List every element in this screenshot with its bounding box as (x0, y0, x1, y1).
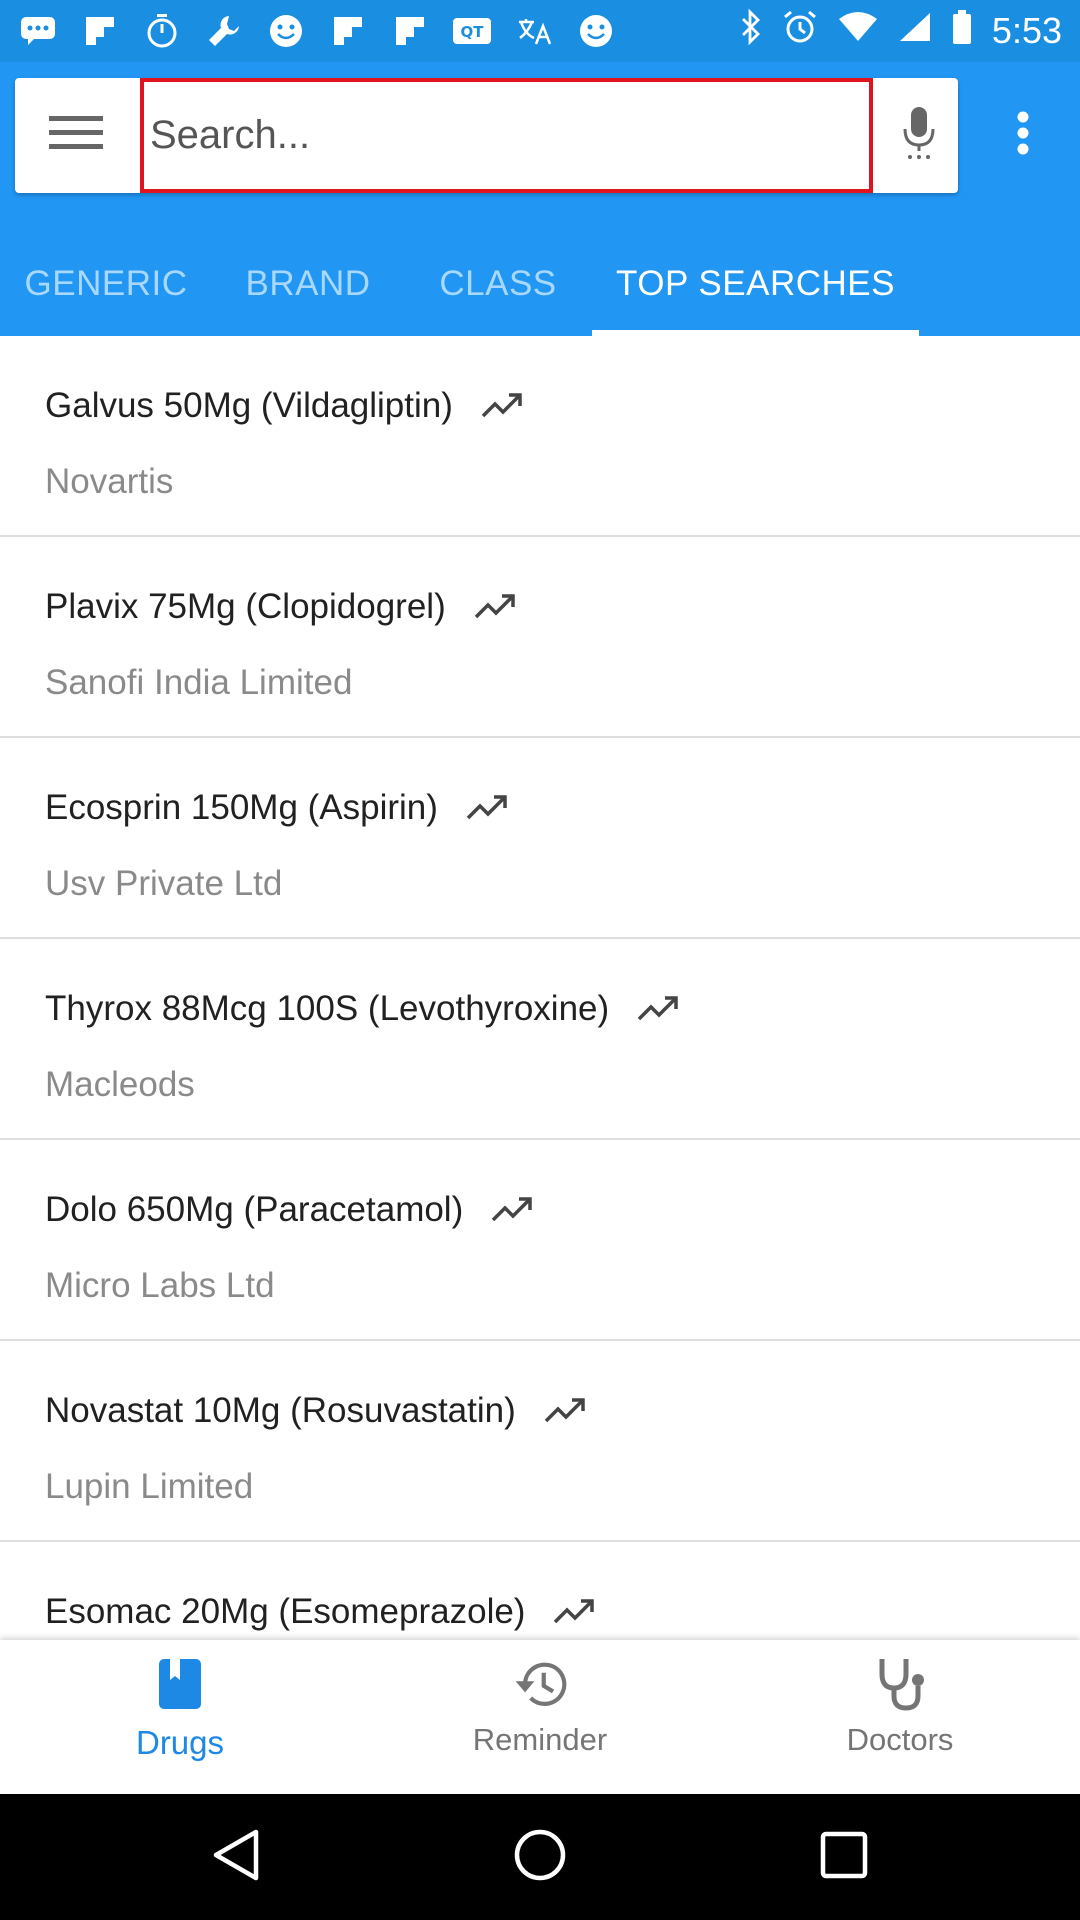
system-status: 5:53 (740, 8, 1062, 54)
app-bar: GENERIC BRAND CLASS TOP SEARCHES (0, 62, 1080, 336)
tab-brand[interactable]: BRAND (212, 232, 404, 336)
nav-drugs[interactable]: Drugs (0, 1640, 360, 1794)
alarm-icon (782, 9, 818, 54)
drug-name: Plavix 75Mg (Clopidogrel) (45, 587, 446, 626)
top-searches-list: Galvus 50Mg (Vildagliptin) Novartis Plav… (0, 336, 1080, 1656)
nav-reminder-label: Reminder (472, 1722, 608, 1757)
notification-icons: QT (18, 11, 740, 51)
list-item[interactable]: Galvus 50Mg (Vildagliptin) Novartis (0, 336, 1080, 537)
timer-icon (142, 11, 182, 51)
list-item[interactable]: Dolo 650Mg (Paracetamol) Micro Labs Ltd (0, 1140, 1080, 1341)
search-input[interactable] (150, 113, 869, 158)
svg-text:QT: QT (461, 23, 485, 41)
status-time: 5:53 (991, 10, 1062, 51)
list-item[interactable]: Esomac 20Mg (Esomeprazole) (0, 1542, 1080, 1656)
voice-search-button[interactable] (880, 78, 958, 193)
smiley-icon (576, 11, 616, 51)
home-circle-icon (513, 1828, 567, 1887)
list-item[interactable]: Plavix 75Mg (Clopidogrel) Sanofi India L… (0, 537, 1080, 738)
history-clock-icon (512, 1656, 568, 1712)
search-bar (15, 78, 958, 193)
drug-name: Novastat 10Mg (Rosuvastatin) (45, 1391, 516, 1430)
trending-up-icon (553, 1598, 595, 1626)
menu-button[interactable] (15, 78, 137, 193)
battery-icon (952, 9, 972, 54)
hamburger-menu-icon (49, 114, 103, 157)
nav-reminder[interactable]: Reminder (360, 1640, 720, 1794)
tab-bar: GENERIC BRAND CLASS TOP SEARCHES (0, 232, 1080, 336)
back-button[interactable] (206, 1827, 266, 1887)
manufacturer-name: Lupin Limited (45, 1467, 254, 1506)
home-button[interactable] (510, 1827, 570, 1887)
flipboard-icon (80, 11, 120, 51)
bookmark-book-icon (152, 1656, 208, 1712)
trending-up-icon (481, 392, 523, 420)
qt-icon: QT (452, 11, 492, 51)
more-vertical-icon (1016, 110, 1030, 161)
message-icon (18, 11, 58, 51)
drug-name: Ecosprin 150Mg (Aspirin) (45, 788, 438, 827)
drug-name: Dolo 650Mg (Paracetamol) (45, 1190, 464, 1229)
system-navigation-bar (0, 1794, 1080, 1920)
search-field[interactable] (140, 78, 873, 193)
smiley-icon (266, 11, 306, 51)
tab-class[interactable]: CLASS (404, 232, 592, 336)
wifi-icon (838, 10, 878, 52)
drug-name: Thyrox 88Mcg 100S (Levothyroxine) (45, 989, 610, 1028)
recents-button[interactable] (814, 1827, 874, 1887)
list-item[interactable]: Ecosprin 150Mg (Aspirin) Usv Private Ltd (0, 738, 1080, 939)
wrench-icon (204, 11, 244, 51)
manufacturer-name: Novartis (45, 462, 174, 501)
manufacturer-name: Usv Private Ltd (45, 864, 283, 903)
list-item[interactable]: Thyrox 88Mcg 100S (Levothyroxine) Macleo… (0, 939, 1080, 1140)
manufacturer-name: Macleods (45, 1065, 195, 1104)
translate-icon (514, 11, 554, 51)
trending-up-icon (544, 1397, 586, 1425)
list-item[interactable]: Novastat 10Mg (Rosuvastatin) Lupin Limit… (0, 1341, 1080, 1542)
overflow-menu-button[interactable] (990, 78, 1056, 193)
drug-name: Esomac 20Mg (Esomeprazole) (45, 1592, 526, 1631)
trending-up-icon (637, 995, 679, 1023)
bluetooth-icon (740, 8, 762, 54)
trending-up-icon (491, 1196, 533, 1224)
manufacturer-name: Sanofi India Limited (45, 663, 353, 702)
trending-up-icon (466, 794, 508, 822)
trending-up-icon (474, 593, 516, 621)
recents-square-icon (820, 1831, 868, 1884)
nav-doctors[interactable]: Doctors (720, 1640, 1080, 1794)
stethoscope-icon (872, 1656, 928, 1712)
nav-drugs-label: Drugs (135, 1724, 225, 1761)
tab-generic[interactable]: GENERIC (0, 232, 212, 336)
microphone-icon (902, 105, 936, 166)
signal-icon (898, 10, 932, 52)
manufacturer-name: Micro Labs Ltd (45, 1266, 275, 1305)
back-triangle-icon (212, 1829, 260, 1886)
flipboard-icon (328, 11, 368, 51)
status-bar: QT 5:53 (0, 0, 1080, 62)
flipboard-icon (390, 11, 430, 51)
drug-name: Galvus 50Mg (Vildagliptin) (45, 386, 453, 425)
nav-doctors-label: Doctors (846, 1722, 954, 1757)
bottom-navigation: Drugs Reminder Doctors (0, 1640, 1080, 1794)
tab-top-searches[interactable]: TOP SEARCHES (592, 232, 919, 336)
